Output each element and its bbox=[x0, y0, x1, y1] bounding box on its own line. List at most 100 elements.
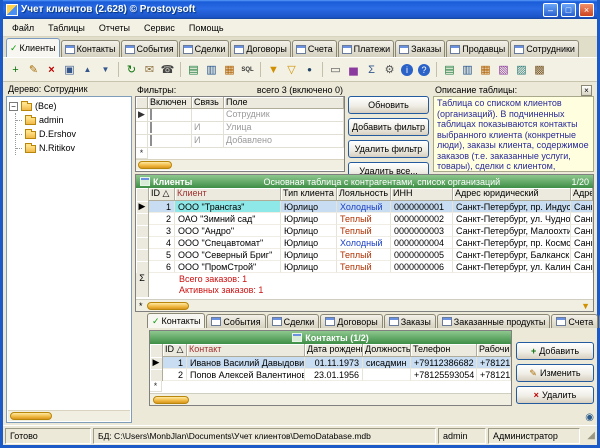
menu-reports[interactable]: Отчеты bbox=[92, 21, 137, 35]
tab-invoices[interactable]: Счета bbox=[292, 40, 337, 57]
tab-events[interactable]: События bbox=[121, 40, 178, 57]
tree-item-all[interactable]: − (Все) bbox=[9, 99, 129, 113]
col-inn[interactable]: ИНН bbox=[391, 188, 453, 201]
checkbox-icon[interactable] bbox=[150, 109, 152, 120]
close-button-icon[interactable]: × bbox=[579, 3, 594, 17]
edit-contact-button[interactable]: ✎Изменить bbox=[516, 364, 594, 382]
sql-icon[interactable]: SQL bbox=[239, 61, 256, 78]
tab-payments[interactable]: Платежи bbox=[338, 40, 395, 57]
add-contact-button[interactable]: +Добавить bbox=[516, 342, 594, 360]
filter-enabled-cell[interactable] bbox=[148, 109, 192, 122]
word-export-icon[interactable]: ▥ bbox=[203, 61, 220, 78]
tree-item-dershov[interactable]: D.Ershov bbox=[16, 127, 129, 141]
filter-field-cell[interactable]: Улица bbox=[224, 122, 344, 135]
resize-grip-icon[interactable]: ◢ bbox=[582, 430, 595, 441]
menu-service[interactable]: Сервис bbox=[137, 21, 182, 35]
menu-help[interactable]: Помощь bbox=[182, 21, 231, 35]
filter-link-cell[interactable]: И bbox=[192, 135, 224, 148]
grid-view-icon[interactable]: ▥ bbox=[459, 61, 476, 78]
table-row[interactable]: 3 ООО "Андро" Юрлицо Теплый 0000000003 С… bbox=[136, 225, 593, 237]
tab-clients[interactable]: ✓Клиенты bbox=[6, 38, 60, 57]
filter-row[interactable]: И Улица bbox=[136, 122, 344, 135]
table-row[interactable]: 2 ОАО "Зимний сад" Юрлицо Теплый 0000000… bbox=[136, 213, 593, 225]
info-icon[interactable]: i bbox=[401, 64, 413, 76]
help-icon[interactable]: ? bbox=[418, 64, 430, 76]
filter-icon[interactable]: ▼ bbox=[265, 61, 282, 78]
filter-icon[interactable]: ▼ bbox=[581, 301, 590, 311]
titlebar[interactable]: Учет клиентов (2.628) © Prostoysoft – □ … bbox=[3, 0, 597, 19]
col-contact[interactable]: Контакт bbox=[187, 344, 305, 357]
tab-agreements[interactable]: Договоры bbox=[230, 40, 290, 57]
tab-employees[interactable]: Сотрудники bbox=[510, 40, 579, 57]
excel-export-icon[interactable]: ▤ bbox=[185, 61, 202, 78]
filter-field-cell[interactable]: Сотрудник bbox=[224, 109, 344, 122]
tab-deals[interactable]: Сделки bbox=[179, 40, 230, 57]
col-type[interactable]: Тип клиента bbox=[281, 188, 337, 201]
maximize-button-icon[interactable]: □ bbox=[561, 3, 576, 17]
delete-icon[interactable]: × bbox=[43, 61, 60, 78]
move-down-icon[interactable]: ▼ bbox=[97, 61, 114, 78]
col-position[interactable]: Должность bbox=[363, 344, 411, 357]
settings-icon[interactable]: ⚙ bbox=[381, 61, 398, 78]
col-id[interactable]: ID △ bbox=[163, 344, 187, 357]
filter-link-cell[interactable] bbox=[192, 109, 224, 122]
chart-icon[interactable]: ▅ bbox=[345, 61, 362, 78]
grid-view-icon[interactable]: ▩ bbox=[531, 61, 548, 78]
filter-link-cell[interactable]: И bbox=[192, 122, 224, 135]
table-row[interactable]: 6 ООО "ПромСтрой" Юрлицо Теплый 00000000… bbox=[136, 261, 593, 273]
filter-enabled-cell[interactable] bbox=[148, 135, 192, 148]
tree-item-nritikov[interactable]: N.Ritikov bbox=[16, 141, 129, 155]
tab-sellers[interactable]: Продавцы bbox=[446, 40, 509, 57]
scrollbar-thumb[interactable] bbox=[138, 161, 172, 169]
refresh-icon[interactable]: ↻ bbox=[123, 61, 140, 78]
menu-tables[interactable]: Таблицы bbox=[41, 21, 92, 35]
col-id[interactable]: ID △ bbox=[149, 188, 175, 201]
scrollbar-thumb[interactable] bbox=[147, 302, 189, 310]
col-client[interactable]: Клиент bbox=[175, 188, 281, 201]
search-icon[interactable]: ● bbox=[301, 61, 318, 78]
delete-filter-button[interactable]: Удалить фильтр bbox=[348, 140, 429, 158]
sum-icon[interactable]: Σ bbox=[363, 61, 380, 78]
add-filter-button[interactable]: Добавить фильтр bbox=[348, 118, 429, 136]
collapse-icon[interactable]: − bbox=[9, 102, 18, 111]
edit-icon[interactable]: ✎ bbox=[25, 61, 42, 78]
filter-row[interactable]: И Добавлено bbox=[136, 135, 344, 148]
delete-contact-button[interactable]: ×Удалить bbox=[516, 386, 594, 404]
move-up-icon[interactable]: ▲ bbox=[79, 61, 96, 78]
checkbox-icon[interactable] bbox=[150, 122, 152, 133]
col-loyalty[interactable]: Лояльность bbox=[337, 188, 391, 201]
refresh-button[interactable]: Обновить bbox=[348, 96, 429, 114]
tree-horizontal-scrollbar[interactable] bbox=[8, 410, 130, 421]
subtab-agreements[interactable]: Договоры bbox=[320, 314, 382, 328]
close-panel-icon[interactable]: × bbox=[581, 85, 592, 96]
tab-orders[interactable]: Заказы bbox=[395, 40, 445, 57]
minimize-button-icon[interactable]: – bbox=[543, 3, 558, 17]
search-icon[interactable]: ◉ bbox=[585, 412, 594, 423]
filters-horizontal-scrollbar[interactable] bbox=[136, 159, 344, 170]
grid-view-icon[interactable]: ▧ bbox=[495, 61, 512, 78]
filter-field-cell[interactable]: Добавлено bbox=[224, 135, 344, 148]
col-phone[interactable]: Телефон bbox=[411, 344, 477, 357]
table-row[interactable]: 2 Попов Алексей Валентинович 23.01.1956 … bbox=[150, 369, 511, 381]
copy-icon[interactable]: ▣ bbox=[61, 61, 78, 78]
col-addr-actual[interactable]: Адрес ф bbox=[571, 188, 593, 201]
col-work-phone[interactable]: Рабочий т bbox=[477, 344, 511, 357]
subtab-ordered-products[interactable]: Заказанные продукты bbox=[437, 314, 551, 328]
scrollbar-thumb[interactable] bbox=[10, 412, 52, 420]
subtab-contacts[interactable]: ✓Контакты bbox=[147, 313, 205, 328]
grid-view-icon[interactable]: ▤ bbox=[441, 61, 458, 78]
table-row[interactable]: 5 ООО "Северный Бриг" Юрлицо Теплый 0000… bbox=[136, 249, 593, 261]
add-icon[interactable]: + bbox=[7, 61, 24, 78]
subtab-invoices[interactable]: Счета bbox=[551, 314, 598, 328]
subtab-orders[interactable]: Заказы bbox=[384, 314, 436, 328]
table-row[interactable]: 4 ООО "Спецавтомат" Юрлицо Холодный 0000… bbox=[136, 237, 593, 249]
table-row[interactable]: ▶ 1 ООО "Трансгаз" Юрлицо Холодный 00000… bbox=[136, 201, 593, 213]
phone-icon[interactable]: ☎ bbox=[159, 61, 176, 78]
col-addr-legal[interactable]: Адрес юридический bbox=[453, 188, 571, 201]
grid-view-icon[interactable]: ▦ bbox=[477, 61, 494, 78]
tab-contacts[interactable]: Контакты bbox=[61, 40, 120, 57]
html-export-icon[interactable]: ▦ bbox=[221, 61, 238, 78]
subtab-events[interactable]: События bbox=[206, 314, 265, 328]
filter-enabled-cell[interactable] bbox=[148, 122, 192, 135]
scrollbar-thumb[interactable] bbox=[153, 396, 189, 404]
